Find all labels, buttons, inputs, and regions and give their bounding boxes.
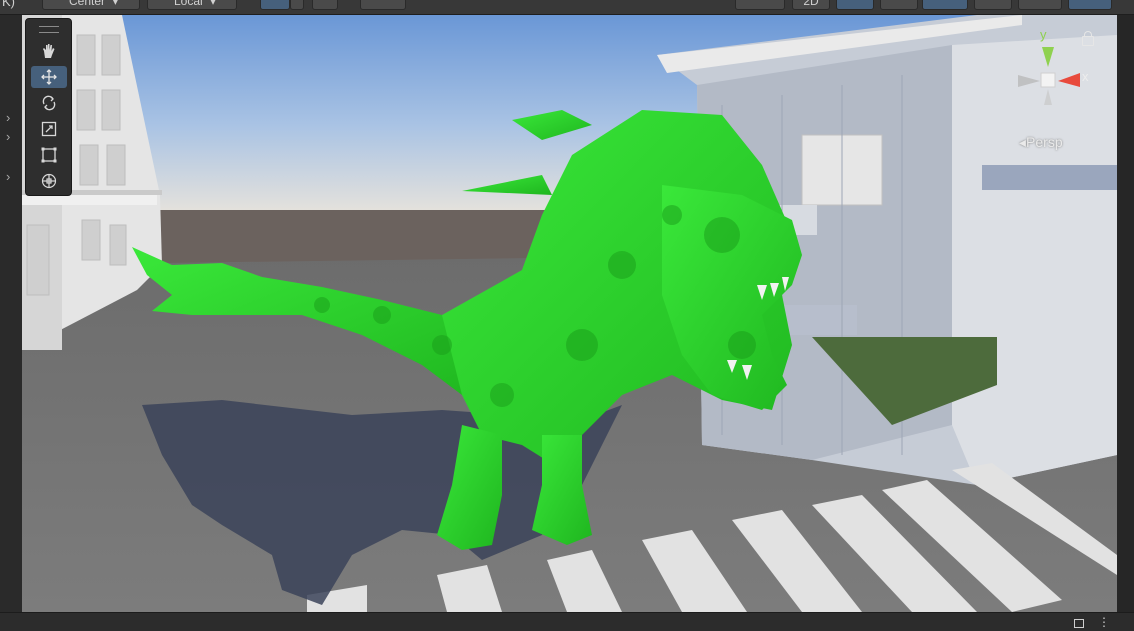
2d-toggle[interactable]: 2D (792, 0, 830, 10)
scene-toolbar: K) Center ▾ Local ▾ 2D (0, 0, 1134, 15)
grid-snap-button[interactable] (260, 0, 290, 10)
scene-viewport[interactable] (22, 15, 1117, 612)
lock-icon[interactable] (1074, 619, 1084, 628)
rect-icon (41, 147, 57, 163)
rotate-icon (42, 95, 56, 111)
chevron-right-icon[interactable]: › (6, 169, 10, 184)
chevron-down-icon: ▾ (210, 0, 217, 8)
lighting-toggle[interactable] (836, 0, 874, 10)
move-tool-button[interactable] (31, 66, 67, 88)
effects-dropdown[interactable] (922, 0, 968, 10)
chevron-left-icon: ◂ (1019, 134, 1027, 150)
gizmo-x-label: x (1082, 69, 1089, 84)
grid-visibility-button[interactable] (360, 0, 406, 10)
chevron-right-icon[interactable]: › (6, 110, 10, 125)
camera-settings-dropdown[interactable] (1018, 0, 1062, 10)
scale-icon (41, 121, 57, 137)
chevron-right-icon[interactable]: › (6, 129, 10, 144)
pivot-dropdown[interactable]: Center ▾ (42, 0, 140, 10)
hand-icon (43, 44, 55, 58)
transform-icon (41, 173, 57, 189)
scale-tool-button[interactable] (31, 118, 67, 140)
2d-label: 2D (803, 0, 819, 8)
lock-icon[interactable] (1082, 31, 1094, 46)
hidden-objects-toggle[interactable] (974, 0, 1012, 10)
gizmos-dropdown[interactable] (1068, 0, 1112, 10)
overlay-grip-handle[interactable] (39, 26, 59, 33)
space-dropdown[interactable]: Local ▾ (147, 0, 237, 10)
draw-mode-dropdown[interactable] (735, 0, 785, 10)
bottom-status-bar: ⋮ (0, 612, 1134, 631)
chevron-down-icon: ▾ (112, 0, 119, 8)
audio-toggle[interactable] (880, 0, 918, 10)
snap-increment-button[interactable] (312, 0, 338, 10)
move-icon (41, 69, 57, 85)
grid-snap-dropdown[interactable] (290, 0, 304, 10)
hand-tool-button[interactable] (31, 40, 67, 62)
tools-overlay (25, 18, 72, 196)
toolbar-cut-text: K) (2, 0, 15, 9)
space-label: Local (174, 0, 203, 8)
pivot-label: Center (69, 0, 106, 8)
rotate-tool-button[interactable] (31, 92, 67, 114)
right-gutter (1117, 15, 1134, 612)
projection-label[interactable]: ◂Persp (1019, 134, 1063, 151)
left-gutter: › › › (0, 15, 22, 615)
rect-tool-button[interactable] (31, 144, 67, 166)
transform-tool-button[interactable] (31, 170, 67, 192)
more-options-icon[interactable]: ⋮ (1098, 615, 1110, 629)
scene-render (22, 15, 1117, 612)
gizmo-y-label: y (1040, 27, 1047, 42)
